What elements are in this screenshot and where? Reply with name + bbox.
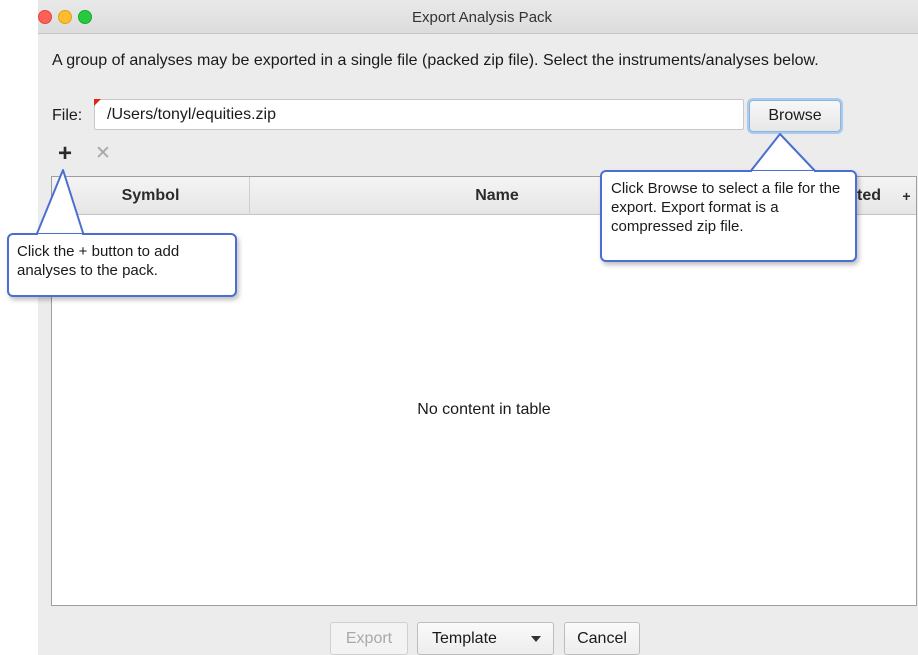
- title-bar: Export Analysis Pack: [38, 0, 918, 34]
- add-analysis-icon[interactable]: +: [58, 142, 72, 166]
- empty-table-message: No content in table: [417, 401, 551, 418]
- file-path-input[interactable]: [94, 99, 744, 130]
- browse-button[interactable]: Browse: [749, 100, 841, 132]
- add-help-callout: Click the + button to add analyses to th…: [7, 233, 237, 297]
- file-label: File:: [52, 107, 83, 124]
- browse-help-callout: Click Browse to select a file for the ex…: [600, 170, 857, 262]
- export-dialog-window: Export Analysis Pack A group of analyses…: [38, 0, 918, 655]
- cancel-button[interactable]: Cancel: [564, 622, 640, 655]
- add-column-button[interactable]: +: [895, 177, 918, 215]
- chevron-down-icon: [531, 636, 541, 642]
- dialog-description: A group of analyses may be exported in a…: [52, 52, 819, 69]
- column-header-symbol[interactable]: Symbol: [52, 177, 250, 215]
- file-error-flag: [94, 99, 101, 106]
- window-title: Export Analysis Pack: [411, 9, 553, 26]
- template-button-label: Template: [432, 629, 497, 647]
- template-dropdown-button[interactable]: Template: [417, 622, 554, 655]
- remove-analysis-icon[interactable]: ✕: [95, 143, 111, 165]
- browse-callout-join: [752, 171, 814, 175]
- export-button[interactable]: Export: [330, 622, 408, 655]
- add-callout-join: [38, 234, 82, 238]
